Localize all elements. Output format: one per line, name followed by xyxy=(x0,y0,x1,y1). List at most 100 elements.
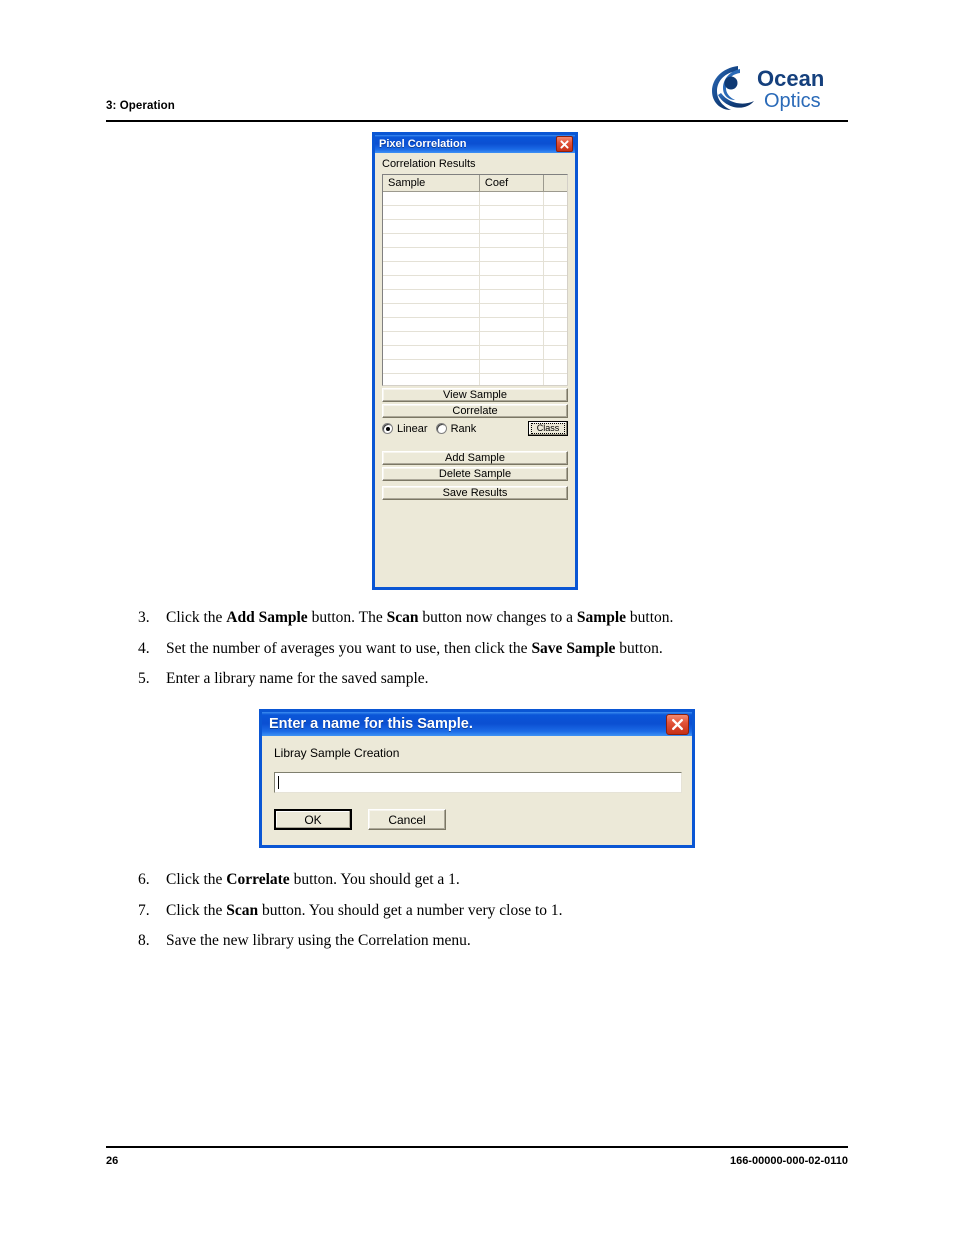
table-row[interactable] xyxy=(383,318,567,332)
class-button[interactable]: Class xyxy=(528,421,568,436)
table-cell xyxy=(544,374,567,385)
logo-artwork: Ocean Optics xyxy=(712,66,824,112)
column-header-coef[interactable]: Coef xyxy=(479,175,545,192)
header-chapter-title: 3: Operation xyxy=(106,100,175,112)
ok-button[interactable]: OK xyxy=(274,809,352,830)
list-item-number: 8. xyxy=(138,932,150,949)
ocean-optics-logo: Ocean Optics xyxy=(708,62,848,114)
save-results-button[interactable]: Save Results xyxy=(382,486,568,500)
radio-linear[interactable]: Linear xyxy=(382,423,428,435)
dialog-button-row: OK Cancel xyxy=(274,809,680,830)
sample-name-input[interactable] xyxy=(274,772,682,793)
table-row[interactable] xyxy=(383,192,567,206)
close-x-glyph xyxy=(672,718,683,730)
radio-linear-mark xyxy=(382,423,393,434)
document-number: 166-00000-000-02-0110 xyxy=(729,1155,848,1168)
footer-divider xyxy=(106,1146,848,1149)
list-item-text: Save the new library using the Correlati… xyxy=(166,932,471,949)
table-cell xyxy=(383,206,480,219)
correlation-mode-radio-group: Linear Rank Class xyxy=(382,420,568,437)
table-cell xyxy=(544,304,567,317)
table-row[interactable] xyxy=(383,332,567,346)
table-row[interactable] xyxy=(383,206,567,220)
table-cell xyxy=(480,262,545,275)
table-cell xyxy=(544,192,567,205)
table-cell xyxy=(383,318,480,331)
radio-rank[interactable]: Rank xyxy=(435,422,477,435)
class-button-label: Class xyxy=(531,423,565,434)
table-cell xyxy=(383,220,480,233)
list-item: 4. Set the number of averages you want to… xyxy=(138,639,838,658)
table-row[interactable] xyxy=(383,374,567,385)
close-icon[interactable] xyxy=(556,136,573,152)
table-row[interactable] xyxy=(383,360,567,374)
table-cell xyxy=(544,220,567,233)
list-item: 3. Click the Add Sample button. The Scan … xyxy=(138,608,838,627)
list-item-number: 3. xyxy=(138,609,150,626)
table-cell xyxy=(480,192,545,205)
table-row[interactable] xyxy=(383,290,567,304)
table-row[interactable] xyxy=(383,220,567,234)
table-cell xyxy=(480,206,545,219)
table-cell xyxy=(480,276,545,289)
list-item-text: Click the Scan button. You should get a … xyxy=(166,901,563,919)
table-cell xyxy=(480,248,545,261)
table-cell xyxy=(383,192,480,205)
list-item: 8. Save the new library using the Correla… xyxy=(138,931,838,950)
table-cell xyxy=(544,346,567,359)
table-row[interactable] xyxy=(383,304,567,318)
table-cell xyxy=(544,262,567,275)
delete-sample-button[interactable]: Delete Sample xyxy=(382,467,568,481)
table-cell xyxy=(480,332,545,345)
table-row[interactable] xyxy=(383,248,567,262)
list-item-number: 4. xyxy=(138,639,150,657)
enter-name-body: Libray Sample Creation OK Cancel xyxy=(262,736,692,845)
radio-linear-label: Linear xyxy=(397,422,428,435)
column-header-blank[interactable] xyxy=(544,175,567,192)
page-footer: 26 166-00000-000-02-0110 xyxy=(106,1146,848,1167)
list-item-number: 5. xyxy=(138,670,150,687)
list-item-text: Set the number of averages you want to u… xyxy=(166,639,663,657)
pixel-correlation-dialog: Pixel Correlation Correlation Results Sa… xyxy=(372,132,578,590)
list-item-number: 7. xyxy=(138,901,150,919)
table-cell xyxy=(480,220,545,233)
pixel-correlation-titlebar[interactable]: Pixel Correlation xyxy=(375,135,575,153)
cancel-button[interactable]: Cancel xyxy=(368,809,446,830)
table-row[interactable] xyxy=(383,346,567,360)
table-cell xyxy=(544,276,567,289)
pixel-correlation-body: Correlation Results Sample Coef View Sam… xyxy=(375,153,575,587)
library-sample-creation-label: Libray Sample Creation xyxy=(274,746,400,760)
list-item-text: Click the Correlate button. You should g… xyxy=(166,871,460,888)
list-item-text: Enter a library name for the saved sampl… xyxy=(166,670,429,687)
instruction-list-upper: 3. Click the Add Sample button. The Scan … xyxy=(138,608,838,700)
radio-rank-label: Rank xyxy=(450,422,477,435)
table-row[interactable] xyxy=(383,262,567,276)
column-header-sample[interactable]: Sample xyxy=(383,175,480,192)
radio-rank-mark xyxy=(435,423,447,434)
grid-header-row: Sample Coef xyxy=(383,175,567,192)
close-icon[interactable] xyxy=(666,713,689,735)
table-cell xyxy=(544,290,567,303)
table-cell xyxy=(480,374,545,385)
table-cell xyxy=(544,234,567,247)
view-sample-button[interactable]: View Sample xyxy=(382,388,568,402)
table-row[interactable] xyxy=(383,276,567,290)
table-row[interactable] xyxy=(383,234,567,248)
enter-name-titlebar[interactable]: Enter a name for this Sample. xyxy=(262,712,692,736)
list-item-text: Click the Add Sample button. The Scan bu… xyxy=(166,609,674,626)
action-buttons-top: View Sample Correlate xyxy=(382,388,568,418)
table-cell xyxy=(383,234,480,247)
correlate-button[interactable]: Correlate xyxy=(382,404,568,418)
add-sample-button[interactable]: Add Sample xyxy=(382,451,568,465)
table-cell xyxy=(480,304,545,317)
page-header: 3: Operation Ocean Optics xyxy=(106,62,848,122)
enter-name-dialog: Enter a name for this Sample. Libray Sam… xyxy=(259,709,695,848)
correlation-results-grid[interactable]: Sample Coef xyxy=(382,174,568,386)
table-cell xyxy=(480,346,545,359)
table-cell xyxy=(383,276,480,289)
page-number: 26 xyxy=(106,1155,119,1168)
table-cell xyxy=(544,206,567,219)
footer-row: 26 166-00000-000-02-0110 xyxy=(106,1155,848,1167)
action-buttons-bottom: Add Sample Delete Sample Save Results xyxy=(382,451,568,500)
logo-text-ocean: Ocean xyxy=(757,66,824,91)
